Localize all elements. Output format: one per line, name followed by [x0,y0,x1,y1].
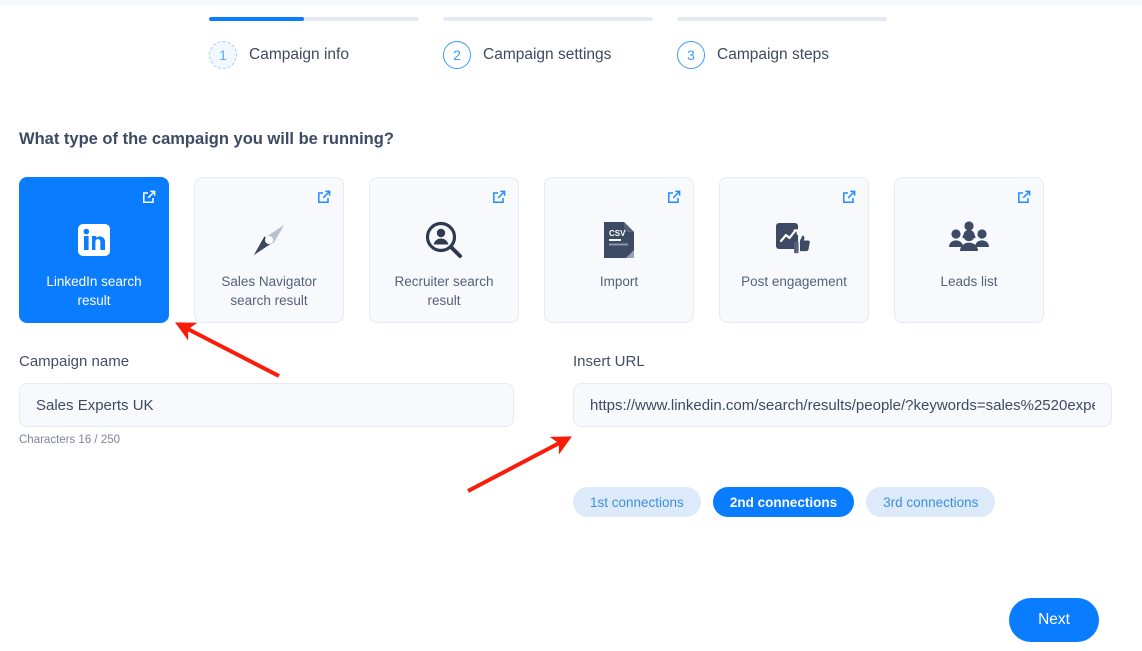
campaign-type-label: Recruiter search result [394,274,494,308]
external-link-icon[interactable] [492,190,506,204]
step-progress-bar [209,17,419,21]
pill-label: 3rd connections [883,494,979,510]
campaign-type-label: Import [599,274,639,289]
campaign-type-label: Sales Navigator search result [221,274,317,308]
step-label: Campaign steps [717,46,830,63]
external-link-icon[interactable] [1017,190,1031,204]
campaign-type-post-engagement[interactable]: Post engagement [719,177,869,323]
campaign-type-import[interactable]: CSV Import [544,177,694,323]
campaign-type-label: Post engagement [741,274,847,289]
step-campaign-info[interactable]: 1 Campaign info [209,17,419,69]
campaign-type-recruiter-search-result[interactable]: Recruiter search result [369,177,519,323]
pill-label: 1st connections [590,494,684,510]
campaign-type-label: Leads list [940,274,998,289]
external-link-icon[interactable] [667,190,681,204]
step-number: 3 [687,47,695,63]
step-campaign-steps[interactable]: 3 Campaign steps [677,17,887,69]
step-label: Campaign settings [483,46,612,63]
pill-3rd-connections[interactable]: 3rd connections [866,487,996,517]
annotation-arrow-insert-url [467,436,572,493]
external-link-icon[interactable] [142,190,156,204]
csv-file-icon: CSV [600,218,638,262]
annotation-arrows [175,322,572,493]
campaign-type-list: LinkedIn search result Sales Navigator s… [19,177,1044,323]
pill-2nd-connections[interactable]: 2nd connections [712,487,855,517]
step-campaign-settings[interactable]: 2 Campaign settings [443,17,653,69]
svg-text:CSV: CSV [609,229,626,238]
character-counter: Characters 16 / 250 [19,434,121,446]
campaign-type-leads-list[interactable]: Leads list [894,177,1044,323]
page-title: What type of the campaign you will be ru… [19,130,394,148]
campaign-creation-page: 1 Campaign info 2 Campaign settings 3 Ca… [0,0,1142,651]
linkedin-icon [77,218,111,262]
top-strip [0,0,1142,6]
step-progress-bar [677,17,887,21]
campaign-type-linkedin-search-result[interactable]: LinkedIn search result [19,177,169,323]
person-search-icon [423,218,465,262]
campaign-type-sales-navigator-search-result[interactable]: Sales Navigator search result [194,177,344,323]
connection-degree-filters: 1st connections 2nd connections 3rd conn… [573,487,996,517]
insert-url-label: Insert URL [573,353,645,370]
step-progress-fill [209,17,304,21]
next-button[interactable]: Next [1009,598,1099,642]
step-number-badge: 3 [677,41,705,69]
step-progress-bar [443,17,653,21]
campaign-name-input[interactable] [19,383,514,427]
insert-url-input[interactable] [573,383,1112,427]
compass-icon [248,218,290,262]
campaign-stepper: 1 Campaign info 2 Campaign settings 3 Ca… [209,17,899,69]
step-label: Campaign info [249,46,349,63]
step-number: 1 [219,47,227,63]
post-engagement-icon [773,218,815,262]
people-group-icon [947,218,991,262]
external-link-icon[interactable] [842,190,856,204]
campaign-type-label: LinkedIn search result [46,274,142,308]
step-number: 2 [453,47,461,63]
pill-1st-connections[interactable]: 1st connections [573,487,701,517]
campaign-name-label: Campaign name [19,353,130,370]
pill-label: 2nd connections [729,494,838,510]
external-link-icon[interactable] [317,190,331,204]
step-number-badge: 1 [209,41,237,69]
annotation-arrow-campaign-type [175,322,280,378]
step-number-badge: 2 [443,41,471,69]
